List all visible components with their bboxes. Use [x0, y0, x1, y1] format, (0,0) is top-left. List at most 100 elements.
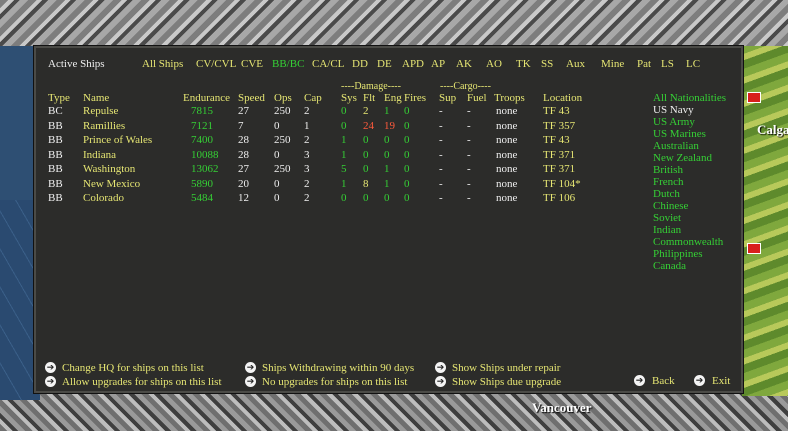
filter-tab[interactable]: DD	[352, 58, 368, 70]
table-row[interactable]: BB Colorado 5484 12 0 2 0 0 0 0 - - none TF 106	[34, 192, 634, 204]
column-header-sup[interactable]: Sup	[439, 92, 456, 104]
cell-eng: 1	[384, 177, 390, 190]
unit-flag-marker[interactable]	[747, 243, 761, 254]
nationality-item[interactable]: Commonwealth	[653, 236, 723, 248]
filter-tab[interactable]: BB/BC	[272, 58, 304, 70]
map-terrain-mountains-south	[0, 390, 788, 431]
cell-ops: 0	[274, 177, 280, 190]
cell-eng: 1	[384, 163, 390, 175]
column-header-flt[interactable]: Flt	[363, 92, 375, 104]
nationality-item[interactable]: Chinese	[653, 200, 688, 212]
cell-fuel: -	[467, 148, 471, 161]
cell-fires: 0	[404, 177, 410, 190]
nationality-item[interactable]: All Nationalities	[653, 92, 726, 104]
column-header-name[interactable]: Name	[83, 92, 109, 104]
arrow-right-icon[interactable]: ➔	[435, 362, 446, 373]
nationality-item[interactable]: US Marines	[653, 128, 706, 140]
arrow-right-icon[interactable]: ➔	[45, 376, 56, 387]
nationality-item[interactable]: Australian	[653, 140, 699, 152]
table-row[interactable]: BB Ramillies 7121 7 0 1 0 24 19 0 - - none TF 357	[34, 120, 634, 132]
filter-tab[interactable]: Aux	[566, 58, 585, 70]
cell-speed: 12	[238, 192, 249, 204]
nationality-item[interactable]: British	[653, 164, 683, 176]
column-header-troops[interactable]: Troops	[494, 92, 525, 104]
column-header-sys[interactable]: Sys	[341, 92, 357, 104]
table-row[interactable]: BB Washington 13062 27 250 3 5 0 1 0 - - none TF 371	[34, 163, 634, 175]
cell-sys: 0	[341, 105, 347, 117]
arrow-right-icon[interactable]: ➔	[435, 376, 446, 387]
cell-eng: 19	[384, 119, 395, 132]
cell-type: BB	[48, 119, 63, 132]
column-header-endurance[interactable]: Endurance	[183, 92, 230, 104]
table-row[interactable]: BC Repulse 7815 27 250 2 0 2 1 0 - - none TF 43	[34, 105, 634, 117]
nationality-item[interactable]: New Zealand	[653, 152, 712, 164]
column-header-type[interactable]: Type	[48, 92, 70, 104]
table-row[interactable]: BB Indiana 10088 28 0 3 1 0 0 0 - - none TF 371	[34, 149, 634, 161]
filter-tab[interactable]: LC	[686, 58, 700, 70]
show-under-repair-button[interactable]: Show Ships under repair	[452, 362, 560, 374]
filter-tab[interactable]: APD	[402, 58, 424, 70]
filter-tab[interactable]: CVE	[241, 58, 263, 70]
cell-ops: 0	[274, 119, 280, 132]
cell-sup: -	[439, 192, 443, 204]
nationality-item[interactable]: US Navy	[653, 104, 694, 116]
cell-type: BB	[48, 177, 63, 190]
back-arrow-icon[interactable]: ➔	[634, 375, 645, 386]
cell-troops: none	[496, 177, 518, 190]
column-header-location[interactable]: Location	[543, 92, 582, 104]
nationality-item[interactable]: French	[653, 176, 684, 188]
cell-sup: -	[439, 163, 443, 175]
column-header-fires[interactable]: Fires	[404, 92, 426, 104]
arrow-right-icon[interactable]: ➔	[245, 362, 256, 373]
filter-tab[interactable]: LS	[661, 58, 674, 70]
cell-cap: 3	[304, 163, 310, 175]
arrow-right-icon[interactable]: ➔	[45, 362, 56, 373]
nationality-item[interactable]: Philippines	[653, 248, 703, 260]
filter-tab[interactable]: TK	[516, 58, 531, 70]
cell-fires: 0	[404, 119, 410, 132]
cell-name: Indiana	[83, 148, 116, 161]
column-header-cap[interactable]: Cap	[304, 92, 322, 104]
damage-group-header: ----Damage----	[341, 81, 401, 92]
filter-tab[interactable]: AK	[456, 58, 472, 70]
exit-button[interactable]: Exit	[712, 375, 730, 387]
nationality-item[interactable]: Soviet	[653, 212, 681, 224]
nationality-item[interactable]: Canada	[653, 260, 686, 272]
filter-tab[interactable]: CV/CVL	[196, 58, 236, 70]
column-header-eng[interactable]: Eng	[384, 92, 402, 104]
allow-upgrades-button[interactable]: Allow upgrades for ships on this list	[62, 376, 222, 388]
table-row[interactable]: BB Prince of Wales 7400 28 250 2 1 0 0 0 - - none TF …	[34, 134, 634, 146]
filter-tab[interactable]: AP	[431, 58, 445, 70]
filter-tab[interactable]: SS	[541, 58, 553, 70]
no-upgrades-button[interactable]: No upgrades for ships on this list	[262, 376, 407, 388]
cell-flt: 24	[363, 119, 374, 132]
show-due-upgrade-button[interactable]: Show Ships due upgrade	[452, 376, 561, 388]
filter-tab[interactable]: Pat	[637, 58, 651, 70]
cell-ops: 250	[274, 163, 291, 175]
filter-tab[interactable]: All Ships	[142, 58, 183, 70]
nationality-item[interactable]: US Army	[653, 116, 695, 128]
nationality-item[interactable]: Indian	[653, 224, 681, 236]
withdrawing-ships-button[interactable]: Ships Withdrawing within 90 days	[262, 362, 414, 374]
exit-arrow-icon[interactable]: ➔	[694, 375, 705, 386]
back-button[interactable]: Back	[652, 375, 675, 387]
cell-endurance: 7815	[191, 105, 213, 117]
cell-flt: 0	[363, 192, 369, 204]
unit-flag-marker[interactable]	[747, 92, 761, 103]
arrow-right-icon[interactable]: ➔	[245, 376, 256, 387]
cell-type: BB	[48, 134, 63, 146]
cell-troops: none	[496, 105, 518, 117]
filter-tab[interactable]: Mine	[601, 58, 624, 70]
change-hq-button[interactable]: Change HQ for ships on this list	[62, 362, 204, 374]
filter-tab[interactable]: DE	[377, 58, 392, 70]
column-header-speed[interactable]: Speed	[238, 92, 265, 104]
nationality-item[interactable]: Dutch	[653, 188, 680, 200]
column-header-ops[interactable]: Ops	[274, 92, 292, 104]
cell-sup: -	[439, 119, 443, 132]
table-row[interactable]: BB New Mexico 5890 20 0 2 1 8 1 0 - - none TF 104*	[34, 178, 634, 190]
column-header-fuel[interactable]: Fuel	[467, 92, 487, 104]
map-city-label: Vancouver	[532, 400, 592, 415]
cell-eng: 0	[384, 192, 390, 204]
filter-tab[interactable]: CA/CL	[312, 58, 344, 70]
filter-tab[interactable]: AO	[486, 58, 502, 70]
